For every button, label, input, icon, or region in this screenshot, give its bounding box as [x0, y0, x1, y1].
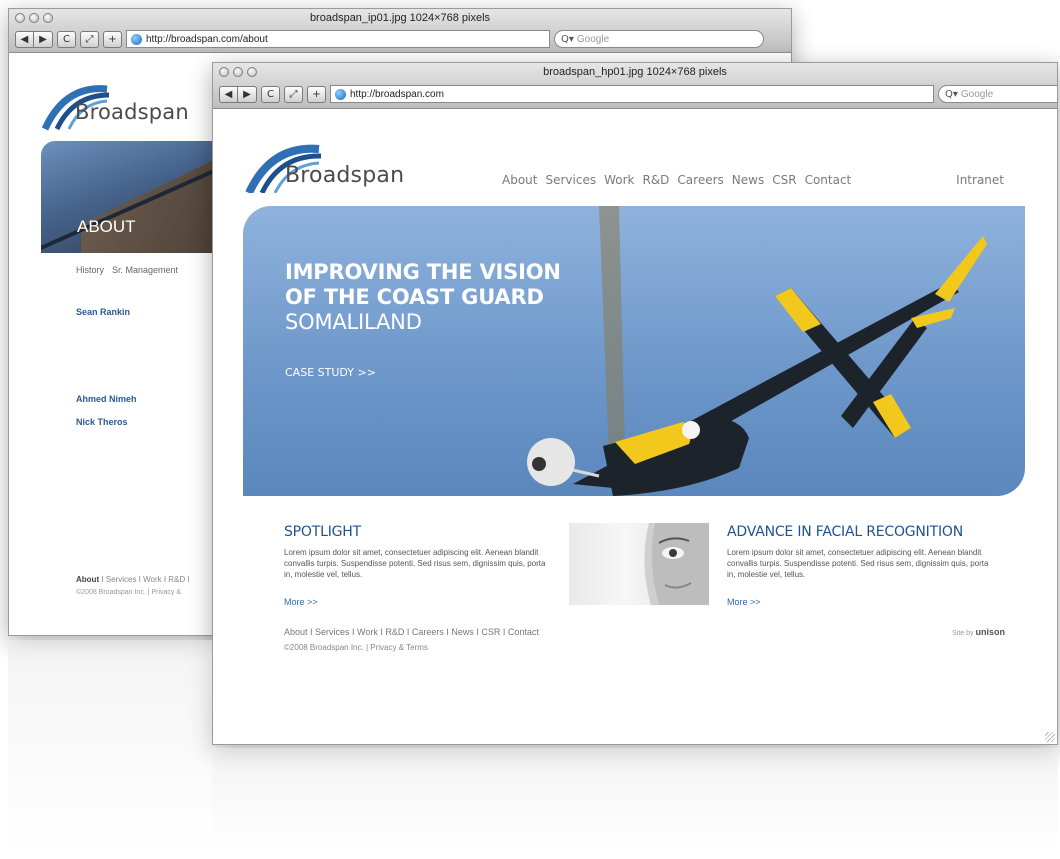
window-title: broadspan_hp01.jpg 1024×768 pixels: [543, 66, 727, 78]
nav-item-services[interactable]: Services: [545, 173, 596, 187]
address-bar[interactable]: http://broadspan.com: [330, 85, 934, 103]
address-bar-url: http://broadspan.com: [350, 88, 444, 100]
broadspan-logo[interactable]: Broadspan: [243, 143, 423, 193]
person-link-ahmed-nimeh[interactable]: Ahmed Nimeh: [76, 394, 137, 404]
address-bar[interactable]: http://broadspan.com/about: [126, 30, 550, 48]
person-link-sean-rankin[interactable]: Sean Rankin: [76, 307, 130, 317]
about-subnav: History Sr. Management: [76, 265, 178, 275]
nav-item-careers[interactable]: Careers: [677, 173, 723, 187]
nav-item-news[interactable]: News: [732, 173, 764, 187]
browser-window-home: broadspan_hp01.jpg 1024×768 pixels ◀ ▶ C…: [212, 62, 1058, 745]
spotlight-more-link[interactable]: More >>: [284, 597, 318, 607]
main-nav: About Services Work R&D Careers News CSR…: [502, 173, 851, 187]
person-link-nick-theros[interactable]: Nick Theros: [76, 417, 128, 427]
helicopter-illustration: [527, 206, 987, 496]
facial-recognition-image[interactable]: [569, 523, 709, 605]
broadspan-logo[interactable]: Broadspan: [39, 81, 199, 131]
window-reflection: [212, 748, 1058, 852]
intranet-link[interactable]: Intranet: [956, 173, 1004, 187]
facial-recognition-more-link[interactable]: More >>: [727, 597, 761, 607]
spotlight-body: Lorem ipsum dolor sit amet, consectetuer…: [284, 548, 546, 579]
forward-button[interactable]: ▶: [34, 30, 53, 48]
globe-icon: [131, 33, 142, 45]
history-buttons: ◀ ▶: [15, 30, 53, 48]
search-input[interactable]: Q▾ Google: [554, 30, 764, 48]
site-by-credit[interactable]: Site by unison: [952, 627, 1005, 637]
nav-item-contact[interactable]: Contact: [805, 173, 852, 187]
search-input[interactable]: Q▾ Google: [938, 85, 1057, 103]
site-by-label: Site by: [952, 630, 974, 637]
forward-button[interactable]: ▶: [238, 85, 257, 103]
hero-line-1: IMPROVING THE VISION: [285, 260, 561, 284]
facial-recognition-title: ADVANCE IN FACIAL RECOGNITION: [727, 524, 963, 540]
back-button[interactable]: ◀: [219, 85, 238, 103]
logo-wordmark: Broadspan: [285, 163, 405, 188]
footer-links-rest[interactable]: I Services I Work I R&D I: [99, 575, 189, 584]
site-by-name: unison: [975, 627, 1006, 637]
snapback-button[interactable]: ⤢: [284, 85, 303, 103]
browser-toolbar: ◀ ▶ C ⤢ + http://broadspan.com Q▾ Google: [219, 85, 1057, 103]
nav-item-rnd[interactable]: R&D: [642, 173, 669, 187]
search-icon: Q▾: [945, 88, 958, 100]
subnav-item-sr-management[interactable]: Sr. Management: [112, 265, 178, 275]
nav-item-work[interactable]: Work: [604, 173, 634, 187]
nav-item-about[interactable]: About: [502, 173, 537, 187]
footer-link-about[interactable]: About: [76, 575, 99, 584]
hero-banner: IMPROVING THE VISION OF THE COAST GUARD …: [243, 206, 1025, 496]
nav-item-csr[interactable]: CSR: [772, 173, 796, 187]
add-bookmark-button[interactable]: +: [307, 85, 326, 103]
search-placeholder: Google: [576, 33, 610, 45]
resize-grip-icon[interactable]: [1045, 732, 1055, 742]
case-study-link[interactable]: CASE STUDY >>: [285, 366, 376, 379]
footer-copyright: ©2008 Broadspan Inc. | Privacy & Terms: [284, 643, 428, 652]
face-illustration: [644, 523, 709, 605]
browser-toolbar: ◀ ▶ C ⤢ + http://broadspan.com/about Q▾ …: [15, 30, 764, 48]
window-title: broadspan_ip01.jpg 1024×768 pixels: [309, 12, 491, 24]
back-button[interactable]: ◀: [15, 30, 34, 48]
browser-chrome: broadspan_ip01.jpg 1024×768 pixels ◀ ▶ C…: [9, 9, 791, 53]
reload-button[interactable]: C: [57, 30, 76, 48]
subnav-item-history[interactable]: History: [76, 265, 104, 275]
address-bar-url: http://broadspan.com/about: [146, 33, 268, 45]
add-bookmark-button[interactable]: +: [103, 30, 122, 48]
search-icon: Q▾: [561, 33, 574, 45]
browser-chrome: broadspan_hp01.jpg 1024×768 pixels ◀ ▶ C…: [213, 63, 1057, 109]
window-reflection: [8, 640, 212, 850]
snapback-button[interactable]: ⤢: [80, 30, 99, 48]
about-copyright: ©2008 Broadspan Inc. | Privacy &: [76, 589, 182, 596]
history-buttons: ◀ ▶: [219, 85, 257, 103]
facial-recognition-body: Lorem ipsum dolor sit amet, consectetuer…: [727, 548, 989, 579]
globe-icon: [335, 88, 346, 100]
about-hero-image: ABOUT: [41, 141, 221, 253]
about-footer-links: About I Services I Work I R&D I: [76, 575, 190, 584]
logo-wordmark: Broadspan: [75, 100, 189, 124]
search-placeholder: Google: [960, 88, 994, 100]
hero-line-2: OF THE COAST GUARD: [285, 285, 544, 309]
hero-headline: IMPROVING THE VISION OF THE COAST GUARD …: [285, 260, 561, 335]
reload-button[interactable]: C: [261, 85, 280, 103]
hero-line-3: SOMALILAND: [285, 310, 422, 334]
spotlight-title: SPOTLIGHT: [284, 524, 361, 540]
about-hero-title: ABOUT: [77, 217, 136, 236]
footer-links[interactable]: About I Services I Work I R&D I Careers …: [284, 627, 539, 637]
